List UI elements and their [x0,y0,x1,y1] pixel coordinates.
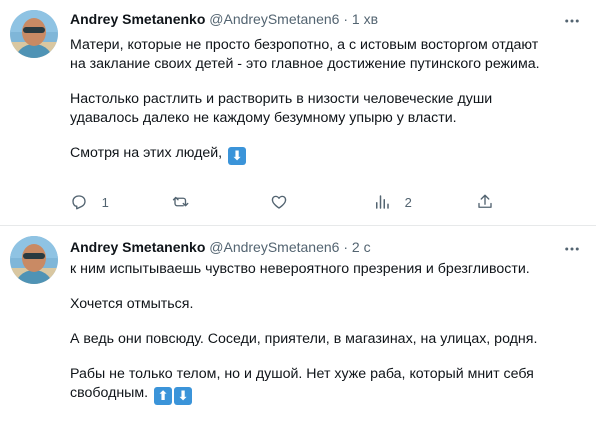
share-button[interactable] [476,193,504,213]
views-button[interactable]: 2 [373,193,412,213]
tweet-paragraph-last: Смотря на этих людей, ⬇ [70,144,580,165]
share-icon [478,194,492,208]
up-arrow-emoji: ⬆ [154,387,173,405]
like-icon [271,195,287,209]
down-arrow-emoji: ⬇ [174,387,193,405]
tweet-header: Andrey Smetanenko @AndreySmetanen6 · 1 х… [70,10,378,28]
author-handle[interactable]: @AndreySmetanen6 [209,11,339,27]
tweet-paragraph-last: Рабы не только телом, но и душой. Нет ху… [70,365,580,405]
tweet-paragraph: к ним испытываешь чувство невероятного п… [70,261,530,277]
tweet-paragraph: А ведь они повсюду. Соседи, приятели, в … [70,331,538,347]
tweet-header: Andrey Smetanenko @AndreySmetanen6 · 2 с [70,238,371,256]
tweet-1[interactable]: Andrey Smetanenko @AndreySmetanen6 · 1 х… [0,0,596,226]
like-button[interactable] [270,193,298,213]
views-count: 2 [404,195,412,210]
tweet-2[interactable]: Andrey Smetanenko @AndreySmetanen6 · 2 с… [0,226,596,431]
tweet-time[interactable]: 1 хв [352,11,378,27]
author-name[interactable]: Andrey Smetanenko [70,239,205,255]
tweet-paragraph-text: Рабы не только телом, но и душой. Нет ху… [70,366,534,401]
tweet-paragraph-text: Смотря на этих людей, [70,145,223,161]
tweet-text: Матери, которые не просто безропотно, а … [70,36,580,165]
reply-count: 1 [101,195,109,210]
avatar-glasses [23,253,45,259]
retweet-button[interactable] [172,193,200,213]
separator-dot: · [343,239,349,255]
more-icon[interactable] [562,12,582,28]
tweet-paragraph: Матери, которые не просто безропотно, а … [70,37,540,72]
reply-icon [72,195,86,210]
avatar[interactable] [10,10,58,58]
tweet-paragraph: Настолько растлить и растворить в низост… [70,91,493,126]
tweet-actions: 1 2 [70,193,580,213]
tweet-text: к ним испытываешь чувство невероятного п… [70,260,580,405]
tweet-paragraph: Хочется отмыться. [70,296,194,312]
separator-dot: · [343,11,349,27]
avatar[interactable] [10,236,58,284]
more-icon[interactable] [562,240,582,256]
reply-button[interactable]: 1 [70,193,109,213]
tweet-time[interactable]: 2 с [352,239,371,255]
author-handle[interactable]: @AndreySmetanen6 [209,239,339,255]
avatar-glasses [23,27,45,33]
down-arrow-emoji: ⬇ [228,147,247,165]
author-name[interactable]: Andrey Smetanenko [70,11,205,27]
retweet-icon [172,196,189,207]
views-icon [376,195,389,209]
